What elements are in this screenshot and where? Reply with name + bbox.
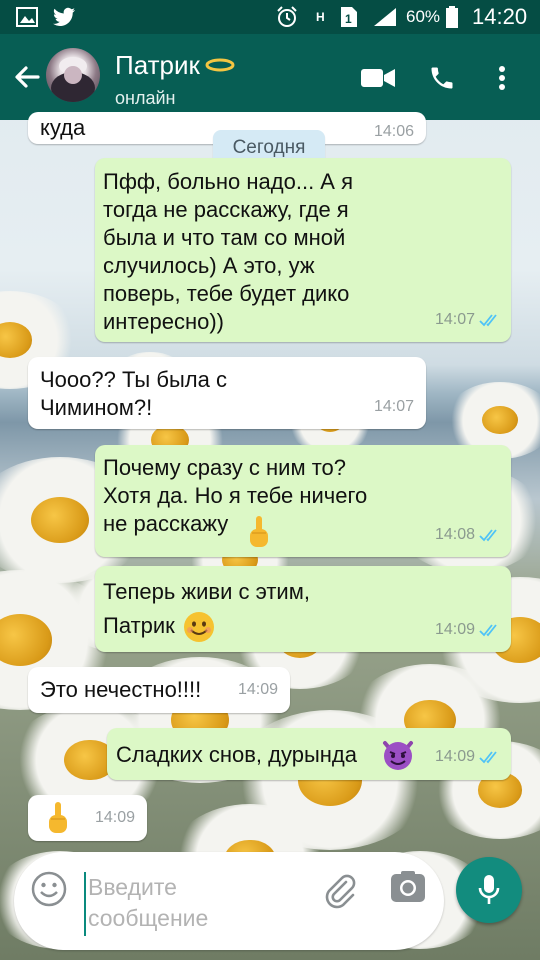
clock: 14:20 [472,4,528,29]
message-time: 14:07 [373,398,414,415]
read-ticks-icon [479,529,497,542]
message-time: 14:09 [94,809,135,826]
devil-face-emoji-icon [381,737,415,778]
emoji-keyboard-icon[interactable] [30,870,68,908]
message-bubble-outgoing[interactable]: Теперь живи с этим, Патрик 14:09 [95,566,511,652]
message-composer: Введите сообщение [14,852,444,950]
contact-avatar[interactable] [46,48,100,102]
middle-finger-emoji-icon [46,801,70,842]
battery-percent: 60% [406,7,441,26]
message-time: 14:06 [373,123,414,140]
video-call-icon[interactable] [358,58,398,98]
battery-icon [446,0,458,34]
message-bubble-outgoing[interactable]: Сладких снов, дурында 14:09 [107,728,511,780]
more-options-icon[interactable] [482,58,522,98]
message-bubble-incoming[interactable]: Это нечестно!!!! 14:09 [28,667,290,713]
message-text: Сладких снов, дурында [116,742,357,767]
svg-text:1: 1 [345,12,352,26]
message-time: 14:09 [434,748,475,765]
message-time: 14:07 [434,311,475,328]
message-bubble-incoming[interactable]: Чооо?? Ты была с Чимином?! 14:07 [28,357,426,429]
signal-icon [372,0,398,34]
halo-emoji-icon [200,53,236,75]
read-ticks-icon [479,314,497,327]
message-time: 14:09 [434,621,475,638]
daisy-center-decoration [482,405,518,435]
middle-finger-emoji-icon [247,515,271,556]
message-meta: 14:07 [435,306,501,334]
message-text: Чооо?? Ты была с Чимином?! [40,367,227,420]
contact-name[interactable]: Патрик [115,50,235,81]
message-bubble-outgoing[interactable]: Почему сразу с ним то? Хотя да. Но я теб… [95,445,511,557]
message-time: 14:08 [434,526,475,543]
twitter-icon [52,0,76,34]
sim-icon: 1 [340,0,358,34]
network-type-label: H [316,10,325,24]
read-ticks-icon [479,751,497,764]
contact-status: онлайн [115,88,176,108]
daisy-center-decoration [31,496,89,544]
message-bubble-incoming[interactable]: 14:09 [28,795,147,841]
paperclip-icon[interactable] [320,870,360,910]
contact-name-text: Патрик [115,50,200,80]
back-arrow-icon[interactable] [12,60,42,94]
message-time: 14:09 [237,681,278,698]
microphone-icon [478,875,500,904]
message-meta: 14:09 [435,616,501,644]
camera-icon[interactable] [390,870,430,910]
read-ticks-icon [479,624,497,637]
microphone-button[interactable] [456,857,522,923]
smiling-face-emoji-icon [183,611,215,650]
alarm-icon [276,0,298,34]
chat-header: Патрик онлайн [0,34,540,120]
gallery-notification-icon [16,0,38,34]
voice-call-icon[interactable] [422,58,462,98]
message-text: Это нечестно!!!! [40,677,202,702]
message-input[interactable]: Введите сообщение [84,872,318,936]
status-bar: H 1 60% 14:20 [0,0,540,34]
message-text: Пфф, больно надо... А я тогда не расскаж… [103,169,353,334]
message-text: куда [40,115,86,140]
message-meta: 14:09 [435,743,501,771]
message-bubble-outgoing[interactable]: Пфф, больно надо... А я тогда не расскаж… [95,158,511,342]
message-text: Почему сразу с ним то? Хотя да. Но я теб… [103,455,368,536]
message-meta: 14:08 [435,521,501,549]
